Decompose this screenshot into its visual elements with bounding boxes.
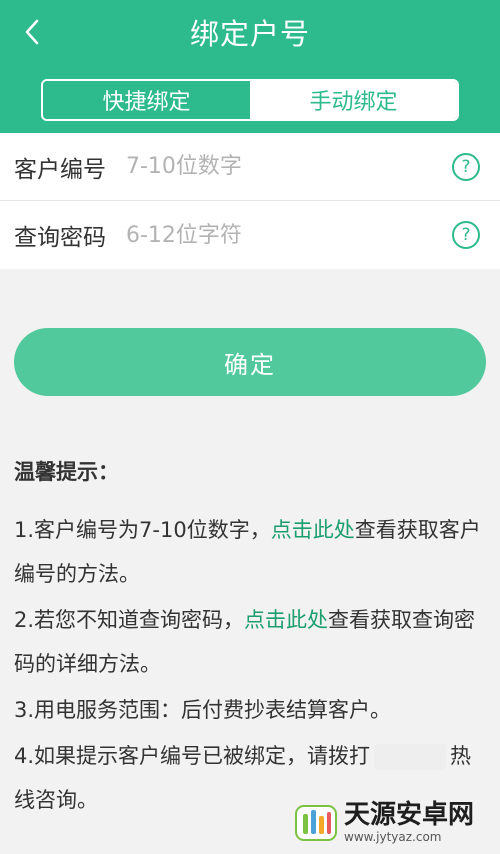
tips-section: 温馨提示： 1.客户编号为7-10位数字，点击此处查看获取客户编号的方法。 2.… bbox=[14, 456, 486, 822]
watermark-url: www.jytyaz.com bbox=[344, 830, 442, 844]
click-here-link[interactable]: 点击此处 bbox=[244, 608, 328, 632]
watermark-name: 天源安卓网 bbox=[344, 800, 475, 830]
tip-text: 3.用电服务范围：后付费抄表结算客户。 bbox=[14, 698, 392, 722]
tip-item: 2.若您不知道查询密码，点击此处查看获取查询密码的详细方法。 bbox=[14, 598, 486, 686]
question-circle-icon[interactable]: ? bbox=[452, 152, 480, 181]
watermark: 天源安卓网 www.jytyaz.com bbox=[294, 794, 494, 850]
tip-text: 2.若您不知道查询密码， bbox=[14, 608, 245, 632]
tab-quick-bind[interactable]: 快捷绑定 bbox=[43, 81, 250, 119]
page-title: 绑定户号 bbox=[189, 17, 310, 51]
bind-form: 客户编号 ? 查询密码 ? bbox=[0, 133, 500, 269]
customer-id-label: 客户编号 bbox=[14, 156, 106, 183]
customer-id-input[interactable] bbox=[126, 146, 452, 187]
redacted-phone bbox=[374, 744, 447, 770]
query-password-input[interactable] bbox=[126, 215, 452, 255]
tip-item: 3.用电服务范围：后付费抄表结算客户。 bbox=[14, 688, 486, 732]
watermark-logo-icon bbox=[294, 800, 338, 844]
watermark-text: 天源安卓网 www.jytyaz.com bbox=[344, 800, 474, 844]
app-header: 绑定户号 快捷绑定 手动绑定 bbox=[0, 0, 500, 133]
tips-title: 温馨提示： bbox=[14, 460, 119, 484]
tab-manual-bind[interactable]: 手动绑定 bbox=[250, 81, 457, 119]
tip-text: 4.如果提示客户编号已被绑定，请拨打 bbox=[14, 744, 371, 768]
confirm-button[interactable]: 确定 bbox=[14, 328, 486, 396]
query-password-row: 查询密码 ? bbox=[0, 201, 500, 269]
question-circle-icon[interactable]: ? bbox=[452, 221, 480, 249]
query-password-label: 查询密码 bbox=[14, 225, 106, 251]
tip-item: 1.客户编号为7-10位数字，点击此处查看获取客户编号的方法。 bbox=[14, 508, 486, 596]
tip-text: 1.客户编号为7-10位数字， bbox=[14, 518, 271, 542]
click-here-link[interactable]: 点击此处 bbox=[271, 518, 355, 542]
bind-mode-tabs: 快捷绑定 手动绑定 bbox=[41, 79, 459, 121]
customer-id-row: 客户编号 ? bbox=[0, 133, 500, 201]
